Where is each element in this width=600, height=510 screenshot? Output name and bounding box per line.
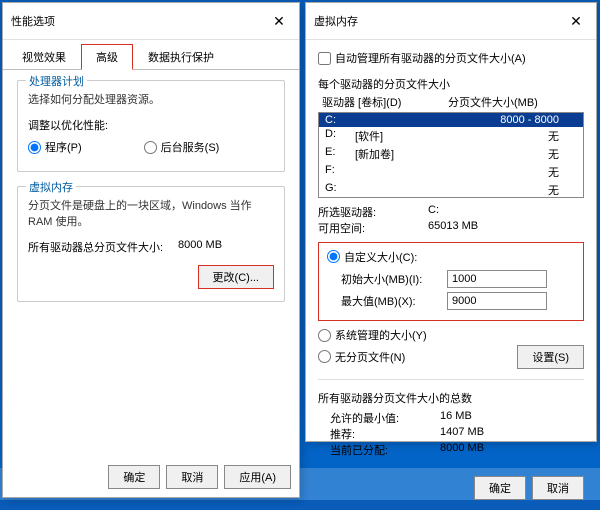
dialog-title: 性能选项 — [11, 13, 55, 29]
cancel-button[interactable]: 取消 — [532, 476, 584, 500]
radio-custom-size[interactable]: 自定义大小(C): — [327, 249, 417, 265]
radio-none-input[interactable] — [318, 350, 331, 363]
avail-space-value: 65013 MB — [428, 220, 478, 236]
selected-drive-value: C: — [428, 204, 439, 220]
virtual-memory-dialog: 虚拟内存 ✕ 自动管理所有驱动器的分页文件大小(A) 每个驱动器的分页文件大小 … — [305, 2, 597, 442]
drive-header-drive: 驱动器 [卷标](D) — [322, 94, 448, 110]
change-button[interactable]: 更改(C)... — [198, 265, 274, 289]
tab-body: 处理器计划 选择如何分配处理器资源。 调整以优化性能: 程序(P) 后台服务(S… — [3, 70, 299, 326]
drive-row[interactable]: F:无 — [319, 163, 583, 181]
dialog-title: 虚拟内存 — [314, 13, 358, 29]
tab-dep[interactable]: 数据执行保护 — [133, 44, 229, 70]
close-icon[interactable]: ✕ — [556, 9, 596, 33]
radio-custom-label: 自定义大小(C): — [344, 249, 417, 265]
ok-button[interactable]: 确定 — [474, 476, 526, 500]
cur-value: 8000 MB — [440, 442, 484, 458]
cur-label: 当前已分配: — [330, 442, 440, 458]
ok-button[interactable]: 确定 — [108, 465, 160, 489]
per-drive-label: 每个驱动器的分页文件大小 — [318, 76, 584, 92]
drive-row[interactable]: G:无 — [319, 181, 583, 198]
auto-manage-label: 自动管理所有驱动器的分页文件大小(A) — [335, 50, 526, 66]
auto-manage-input[interactable] — [318, 52, 331, 65]
tab-strip: 视觉效果 高级 数据执行保护 — [3, 40, 299, 70]
avail-space-label: 可用空间: — [318, 220, 428, 236]
radio-system-managed[interactable]: 系统管理的大小(Y) — [318, 327, 427, 343]
radio-programs[interactable]: 程序(P) — [28, 139, 82, 155]
max-size-label: 最大值(MB)(X): — [341, 293, 441, 309]
initial-size-label: 初始大小(MB)(I): — [341, 271, 441, 287]
drive-header-size: 分页文件大小(MB) — [448, 94, 580, 110]
dialog-buttons: 确定 取消 应用(A) — [108, 465, 291, 489]
close-icon[interactable]: ✕ — [259, 9, 299, 33]
radio-programs-label: 程序(P) — [45, 139, 82, 155]
totals-heading: 所有驱动器分页文件大小的总数 — [318, 390, 584, 406]
radio-no-paging[interactable]: 无分页文件(N) — [318, 349, 405, 365]
radio-system-input[interactable] — [318, 329, 331, 342]
custom-size-box: 自定义大小(C): 初始大小(MB)(I): 最大值(MB)(X): — [318, 242, 584, 322]
group-title: 虚拟内存 — [26, 179, 76, 195]
radio-programs-input[interactable] — [28, 141, 41, 154]
min-value: 16 MB — [440, 410, 472, 426]
radio-none-label: 无分页文件(N) — [335, 349, 405, 365]
drive-row[interactable]: C:8000 - 8000 — [319, 113, 583, 127]
rec-value: 1407 MB — [440, 426, 484, 442]
radio-custom-input[interactable] — [327, 250, 340, 263]
cpu-scheduling-group: 处理器计划 选择如何分配处理器资源。 调整以优化性能: 程序(P) 后台服务(S… — [17, 80, 285, 172]
cpu-desc: 选择如何分配处理器资源。 — [28, 91, 274, 107]
vm-total-label: 所有驱动器总分页文件大小: — [28, 239, 178, 255]
vm-total-value: 8000 MB — [178, 239, 222, 255]
radio-services[interactable]: 后台服务(S) — [144, 139, 220, 155]
title-bar: 性能选项 ✕ — [3, 3, 299, 40]
radio-services-label: 后台服务(S) — [161, 139, 220, 155]
drive-row[interactable]: E:[新加卷]无 — [319, 145, 583, 163]
title-bar: 虚拟内存 ✕ — [306, 3, 596, 40]
drive-list[interactable]: C:8000 - 8000 D:[软件]无 E:[新加卷]无 F:无 G:无 — [318, 112, 584, 198]
max-size-input[interactable] — [447, 292, 547, 310]
tab-visual-effects[interactable]: 视觉效果 — [7, 44, 81, 70]
group-title: 处理器计划 — [26, 73, 87, 89]
virtual-memory-group: 虚拟内存 分页文件是硬盘上的一块区域，Windows 当作 RAM 使用。 所有… — [17, 186, 285, 302]
adjust-label: 调整以优化性能: — [28, 117, 274, 133]
rec-label: 推荐: — [330, 426, 440, 442]
selected-drive-label: 所选驱动器: — [318, 204, 428, 220]
auto-manage-checkbox[interactable]: 自动管理所有驱动器的分页文件大小(A) — [318, 50, 526, 66]
vm-desc: 分页文件是硬盘上的一块区域，Windows 当作 RAM 使用。 — [28, 197, 274, 229]
dialog-buttons: 确定 取消 — [318, 476, 584, 500]
tab-advanced[interactable]: 高级 — [81, 44, 133, 70]
performance-options-dialog: 性能选项 ✕ 视觉效果 高级 数据执行保护 处理器计划 选择如何分配处理器资源。… — [2, 2, 300, 498]
apply-button[interactable]: 应用(A) — [224, 465, 291, 489]
set-button[interactable]: 设置(S) — [517, 345, 584, 369]
drive-row[interactable]: D:[软件]无 — [319, 127, 583, 145]
cancel-button[interactable]: 取消 — [166, 465, 218, 489]
min-label: 允许的最小值: — [330, 410, 440, 426]
radio-services-input[interactable] — [144, 141, 157, 154]
initial-size-input[interactable] — [447, 270, 547, 288]
radio-system-label: 系统管理的大小(Y) — [335, 327, 427, 343]
